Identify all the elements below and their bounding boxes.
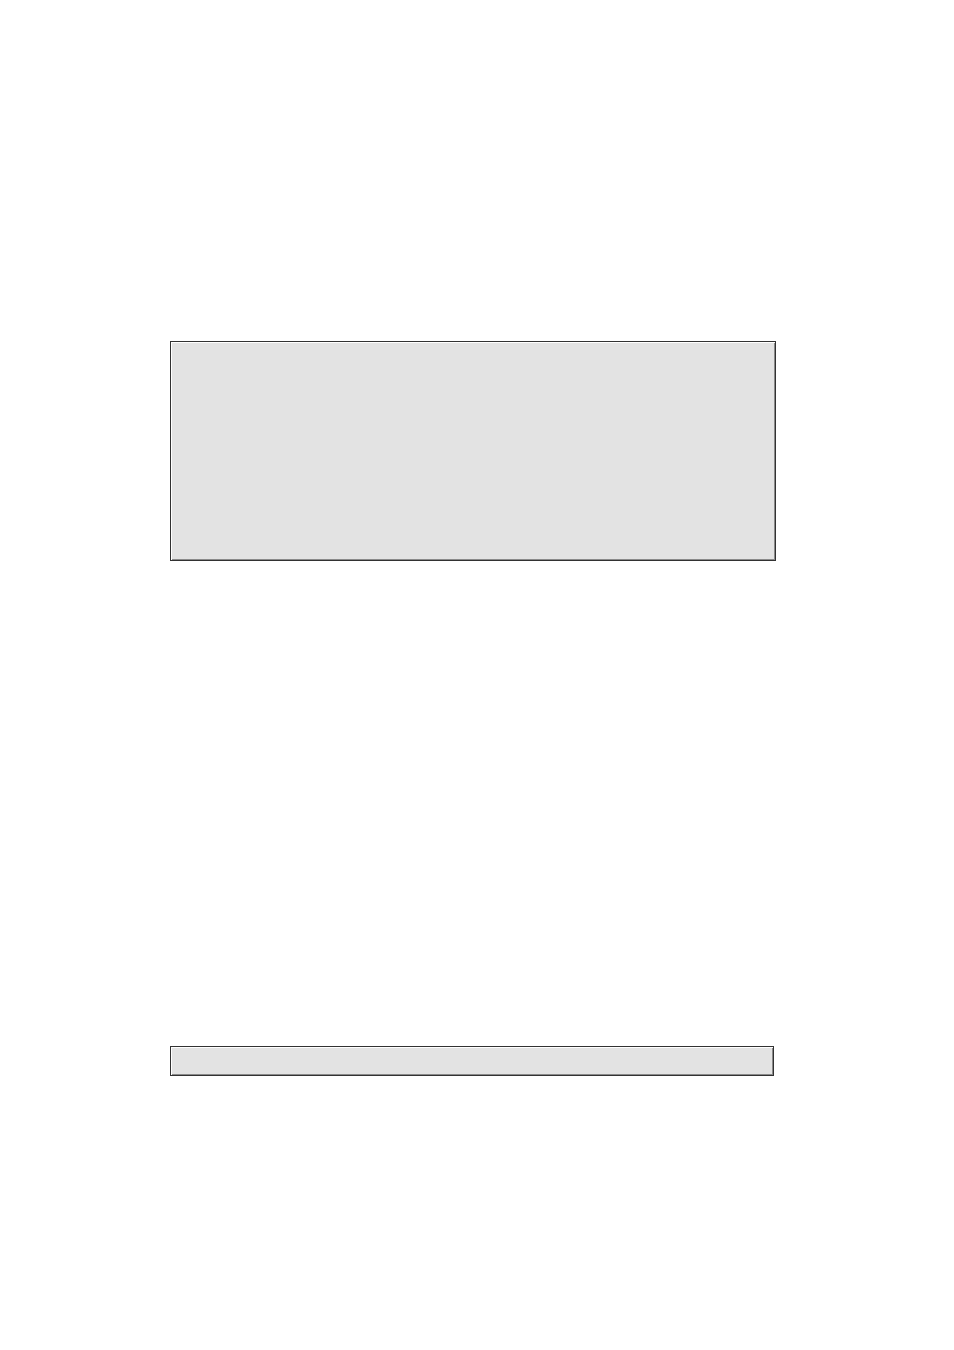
content-box-large (170, 341, 776, 561)
content-box-small (170, 1046, 774, 1076)
